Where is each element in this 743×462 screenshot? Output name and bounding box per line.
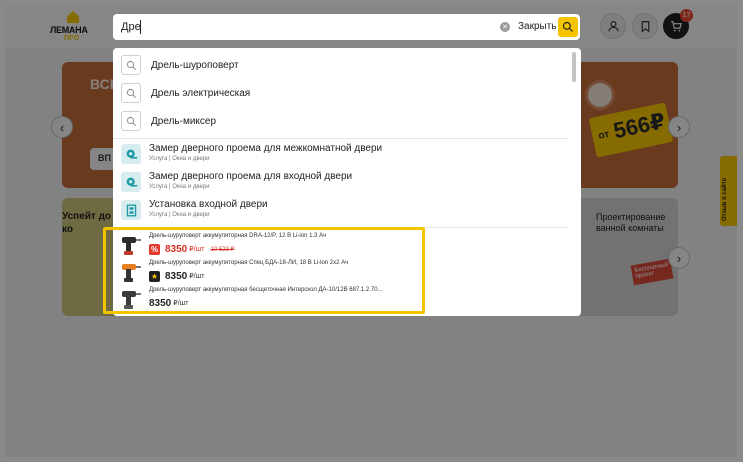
product-price-row: 8350 ₽/шт [149,297,188,309]
service-title: Замер дверного проема для входной двери [149,171,353,182]
drill-icon [122,237,141,255]
tape-measure-icon [126,149,137,159]
search-icon [126,88,136,98]
suggestion-label: Дрель электрическая [151,88,251,99]
service-category: Услуга | Окна и двери [149,156,210,162]
suggestion-search-icon-box [121,83,141,103]
service-item[interactable]: Установка входной двери Услуга | Окна и … [113,196,568,224]
product-name: Дрель-шуруповерт аккумуляторная бесщеточ… [149,287,383,293]
service-icon-box [121,144,141,164]
close-search-button[interactable]: Закрыть [518,21,557,32]
discount-badge: % [149,243,160,255]
product-item[interactable]: Дрель-шуруповерт аккумуляторная бесщеточ… [113,285,568,312]
suggestion-search-icon-box [121,55,141,75]
product-name: Дрель-шуруповерт аккумуляторная Спец БДА… [149,260,349,266]
product-name: Дрель-шуруповерт аккумуляторная DRA-12/P… [149,233,327,239]
clear-search-button[interactable]: ✕ [500,22,510,32]
service-item[interactable]: Замер дверного проема для межкомнатной д… [113,140,568,168]
drill-icon [122,291,141,309]
product-unit: ₽/шт [189,246,205,253]
search-icon [126,60,136,70]
product-price: 8350 [149,297,172,309]
search-icon [126,116,136,126]
product-price-row: ★ 8350 ₽/шт [149,270,204,282]
suggestion-item[interactable]: Дрель электрическая [113,79,568,107]
product-unit: ₽/шт [173,300,189,307]
search-bar: ✕ Закрыть [113,14,580,40]
product-old-price: 10 523 ₽ [210,246,235,253]
text-caret [140,20,141,34]
product-price: 8350 [165,243,188,255]
suggestion-item[interactable]: Дрель-шуроповерт [113,51,568,79]
service-item[interactable]: Замер дверного проема для входной двери … [113,168,568,196]
divider [113,138,568,139]
search-submit-button[interactable] [558,17,578,37]
product-price-row: % 8350 ₽/шт 10 523 ₽ [149,243,234,255]
service-icon-box [121,172,141,192]
suggestion-item[interactable]: Дрель-миксер [113,107,568,135]
dropdown-scrollbar[interactable] [572,52,576,82]
suggestion-search-icon-box [121,111,141,131]
search-icon [562,21,573,32]
search-suggestions-dropdown: Дрель-шуроповерт Дрель электрическая Дре… [113,48,581,316]
product-price: 8350 [165,270,188,282]
service-title: Установка входной двери [149,199,268,210]
divider [113,227,568,228]
suggestion-label: Дрель-миксер [151,116,217,127]
suggestion-label: Дрель-шуроповерт [151,60,239,71]
product-unit: ₽/шт [189,273,205,280]
door-icon [126,204,136,216]
drill-icon [122,264,141,282]
close-icon: ✕ [502,24,508,31]
service-icon-box [121,200,141,220]
product-item[interactable]: Дрель-шуруповерт аккумуляторная DRA-12/P… [113,231,568,258]
tape-measure-icon [126,177,137,187]
service-category: Услуга | Окна и двери [149,184,210,190]
service-category: Услуга | Окна и двери [149,212,210,218]
best-price-badge: ★ [149,270,160,282]
product-item[interactable]: Дрель-шуруповерт аккумуляторная Спец БДА… [113,258,568,285]
service-title: Замер дверного проема для межкомнатной д… [149,143,383,154]
search-input[interactable] [121,19,481,35]
